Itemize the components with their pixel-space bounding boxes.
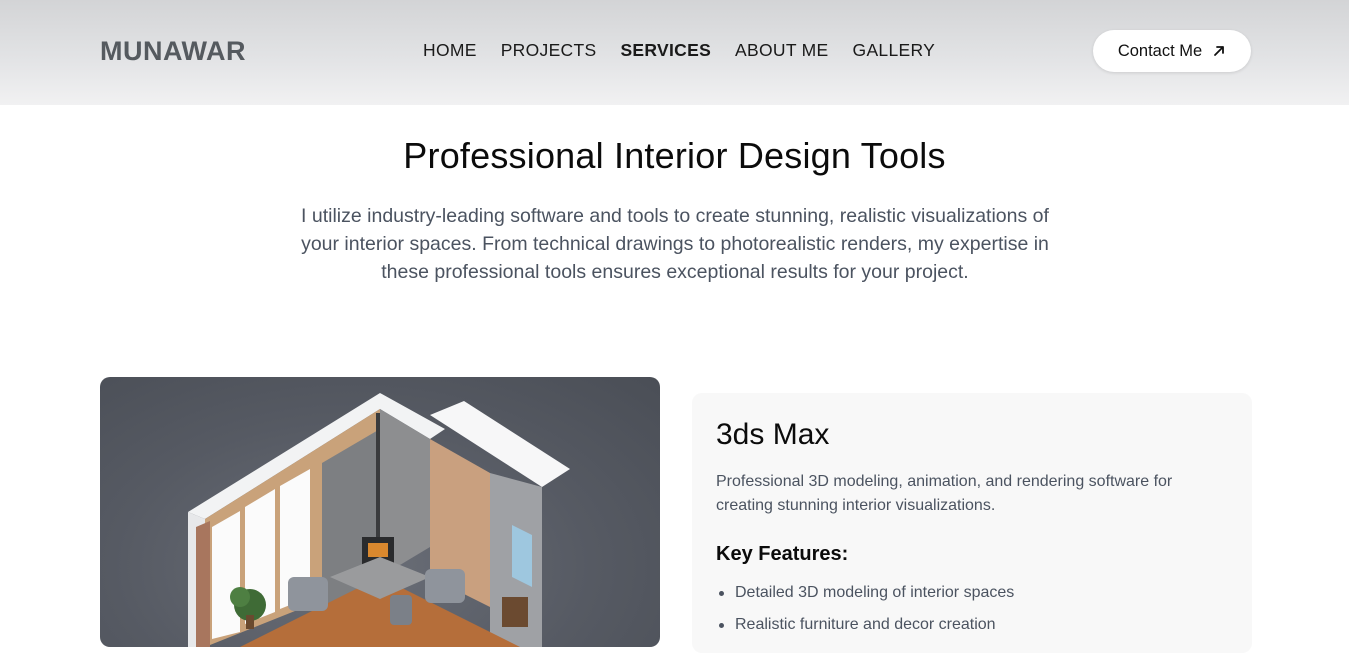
contact-me-label: Contact Me [1117, 41, 1203, 60]
nav-home[interactable]: HOME [423, 40, 477, 61]
nav-gallery[interactable]: GALLERY [853, 40, 936, 61]
nav-services[interactable]: SERVICES [620, 40, 711, 61]
page-description: I utilize industry-leading software and … [301, 205, 1049, 283]
tool-image [100, 377, 660, 647]
list-item: Realistic furniture and decor creation [716, 615, 1014, 647]
isometric-room-illustration [188, 393, 570, 647]
contact-me-button[interactable]: Contact Me [1093, 30, 1251, 72]
nav-about-me[interactable]: ABOUT ME [735, 40, 828, 61]
features-list: Detailed 3D modeling of interior spaces … [716, 583, 1014, 647]
tool-description: Professional 3D modeling, animation, and… [716, 473, 1173, 514]
arrow-up-right-icon [1214, 46, 1225, 56]
page-title: Professional Interior Design Tools [403, 135, 946, 176]
tool-info-card: 3ds Max Professional 3D modeling, animat… [692, 393, 1252, 653]
list-item: Detailed 3D modeling of interior spaces [716, 583, 1014, 615]
site-header: MUNAWAR HOME PROJECTS SERVICES ABOUT ME … [0, 0, 1349, 105]
key-features-title: Key Features: [716, 543, 849, 565]
site-logo[interactable]: MUNAWAR [100, 36, 246, 67]
main-nav: HOME PROJECTS SERVICES ABOUT ME GALLERY [423, 40, 959, 61]
nav-projects[interactable]: PROJECTS [501, 40, 597, 61]
tool-title: 3ds Max [716, 418, 830, 451]
